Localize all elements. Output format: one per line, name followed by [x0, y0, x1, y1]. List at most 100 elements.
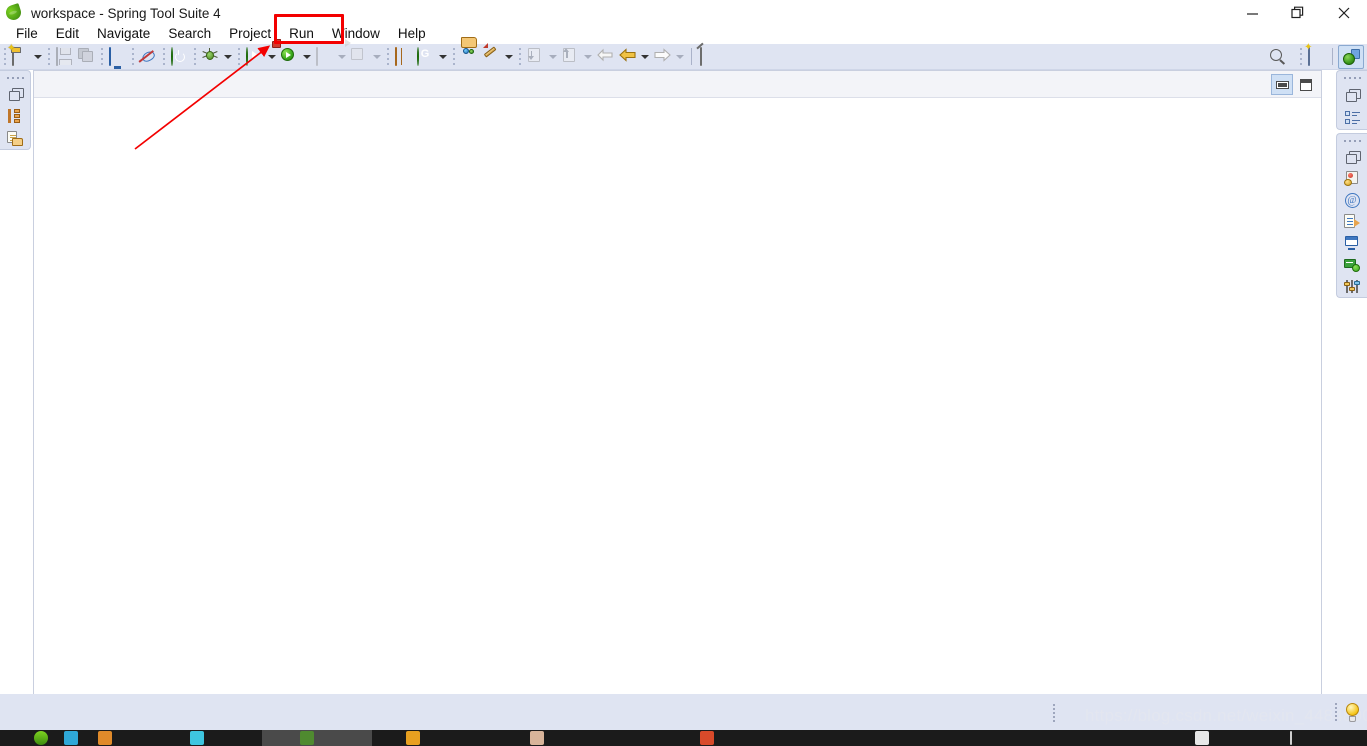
run-dropdown-icon[interactable] [265, 46, 278, 68]
open-task-icon[interactable] [480, 43, 502, 68]
editor-content[interactable] [34, 98, 1321, 709]
run-external-tools-icon[interactable] [271, 39, 300, 68]
toolbar-separator [237, 47, 240, 66]
terminal-icon[interactable] [1340, 254, 1365, 276]
spring-leaf-icon [4, 3, 23, 22]
new-editor-icon[interactable] [697, 46, 719, 68]
stop-dropdown-icon[interactable] [335, 46, 348, 68]
previous-annotation-icon[interactable] [616, 46, 638, 68]
export-dropdown-icon[interactable] [581, 46, 594, 68]
windows-taskbar[interactable] [0, 730, 1367, 746]
main-toolbar [0, 37, 1367, 70]
at-sign-icon[interactable]: @ [1340, 189, 1365, 211]
new-spring-starter-icon[interactable] [414, 46, 436, 68]
toolbar-separator [1299, 47, 1302, 66]
resize-dots-handle-right[interactable] [1334, 703, 1337, 721]
taskbar-icon[interactable] [406, 731, 420, 745]
new-file-dropdown-icon[interactable] [31, 46, 44, 68]
back-icon[interactable] [594, 46, 616, 68]
drag-dots-handle[interactable] [1343, 137, 1361, 144]
spring-perspective-icon[interactable] [1338, 44, 1364, 69]
taskbar-icon[interactable] [98, 731, 112, 745]
mixer-icon[interactable] [1340, 275, 1365, 297]
restore-view-icon[interactable] [3, 84, 28, 106]
search-icon[interactable] [1266, 46, 1288, 68]
menu-item-edit[interactable]: Edit [47, 24, 88, 43]
taskbar-icon[interactable] [530, 731, 544, 745]
run-external-tools-dropdown-icon[interactable] [300, 46, 313, 68]
sts-main-window: workspace - Spring Tool Suite 4 File Edi… [0, 0, 1367, 746]
toolbar-separator [162, 47, 165, 66]
taskbar-active-window[interactable] [262, 730, 372, 746]
outline-icon[interactable] [1340, 106, 1365, 129]
import-icon[interactable] [524, 46, 546, 68]
editor-tab-strip [34, 71, 1321, 98]
coverage-dropdown-icon[interactable] [370, 46, 383, 68]
drag-dots-handle[interactable] [6, 74, 24, 82]
toolbar-separator [452, 47, 455, 66]
toolbar-divider [691, 48, 692, 65]
restore-view-icon[interactable] [1340, 146, 1365, 168]
save-icon[interactable] [53, 46, 75, 68]
open-type-icon[interactable] [458, 37, 480, 68]
boot-restart-icon[interactable] [168, 46, 190, 68]
taskbar-icon[interactable] [1290, 731, 1292, 745]
left-fast-view-bar [0, 70, 31, 150]
menu-item-file[interactable]: File [7, 24, 47, 43]
toolbar-separator [386, 47, 389, 66]
taskbar-icon[interactable] [700, 731, 714, 745]
console-icon[interactable] [106, 46, 128, 68]
menu-item-navigate[interactable]: Navigate [88, 24, 159, 43]
next-annotation-dropdown-icon[interactable] [673, 46, 686, 68]
menu-item-help[interactable]: Help [389, 24, 435, 43]
package-explorer-icon[interactable] [3, 127, 28, 149]
console-view-icon[interactable] [1340, 232, 1365, 254]
debug-icon[interactable] [199, 46, 221, 68]
status-bar: https://blog.csdn.net/weixin_44848900 [0, 694, 1367, 730]
taskbar-icon[interactable] [64, 731, 78, 745]
window-title: workspace - Spring Tool Suite 4 [31, 5, 221, 21]
coverage-icon[interactable] [344, 39, 370, 68]
run-icon[interactable] [243, 46, 265, 68]
toolbar-separator [193, 47, 196, 66]
restore-view-icon[interactable] [1340, 84, 1365, 107]
debug-dropdown-icon[interactable] [221, 46, 234, 68]
new-file-icon[interactable] [9, 46, 31, 68]
new-spring-project-icon[interactable] [392, 46, 414, 68]
boot-dashboard-icon[interactable] [1340, 168, 1365, 190]
toolbar-separator [518, 47, 521, 66]
maximize-editor-icon[interactable] [1295, 74, 1317, 95]
stop-icon[interactable] [313, 46, 335, 68]
new-spring-starter-dropdown-icon[interactable] [436, 46, 449, 68]
taskbar-icon[interactable] [300, 731, 314, 745]
right-fast-view-bar-bottom: @ [1336, 133, 1367, 298]
resize-dots-handle[interactable] [1052, 704, 1055, 722]
drag-dots-handle[interactable] [1343, 74, 1361, 82]
skip-breakpoints-icon[interactable] [137, 46, 159, 68]
minimize-editor-icon[interactable] [1271, 74, 1293, 95]
taskbar-icon[interactable] [190, 731, 204, 745]
open-task-dropdown-icon[interactable] [502, 46, 515, 68]
taskbar-icon[interactable] [34, 731, 48, 745]
open-perspective-icon[interactable] [1305, 46, 1327, 68]
light-bulb-icon[interactable] [1344, 703, 1361, 722]
menu-item-search[interactable]: Search [159, 24, 220, 43]
menu-bar: File Edit Navigate Search Project Run Wi… [0, 23, 1367, 44]
previous-annotation-dropdown-icon[interactable] [638, 46, 651, 68]
watermark-text: https://blog.csdn.net/weixin_44848900 [1085, 706, 1367, 725]
save-all-icon[interactable] [75, 46, 97, 68]
taskbar-icon[interactable] [1195, 731, 1209, 745]
menu-item-window[interactable]: Window [323, 24, 389, 43]
toolbar-separator [3, 47, 6, 66]
boot-dashboard-icon[interactable] [3, 105, 28, 127]
import-dropdown-icon[interactable] [546, 46, 559, 68]
next-annotation-icon[interactable] [651, 46, 673, 68]
properties-icon[interactable] [1340, 211, 1365, 233]
menu-item-project[interactable]: Project [220, 24, 280, 43]
menu-item-run[interactable]: Run [280, 24, 323, 43]
toolbar-separator [100, 47, 103, 66]
toolbar-separator [47, 47, 50, 66]
toolbar-divider [1332, 48, 1333, 65]
editor-view-controls [1271, 74, 1317, 95]
export-icon[interactable] [559, 46, 581, 68]
